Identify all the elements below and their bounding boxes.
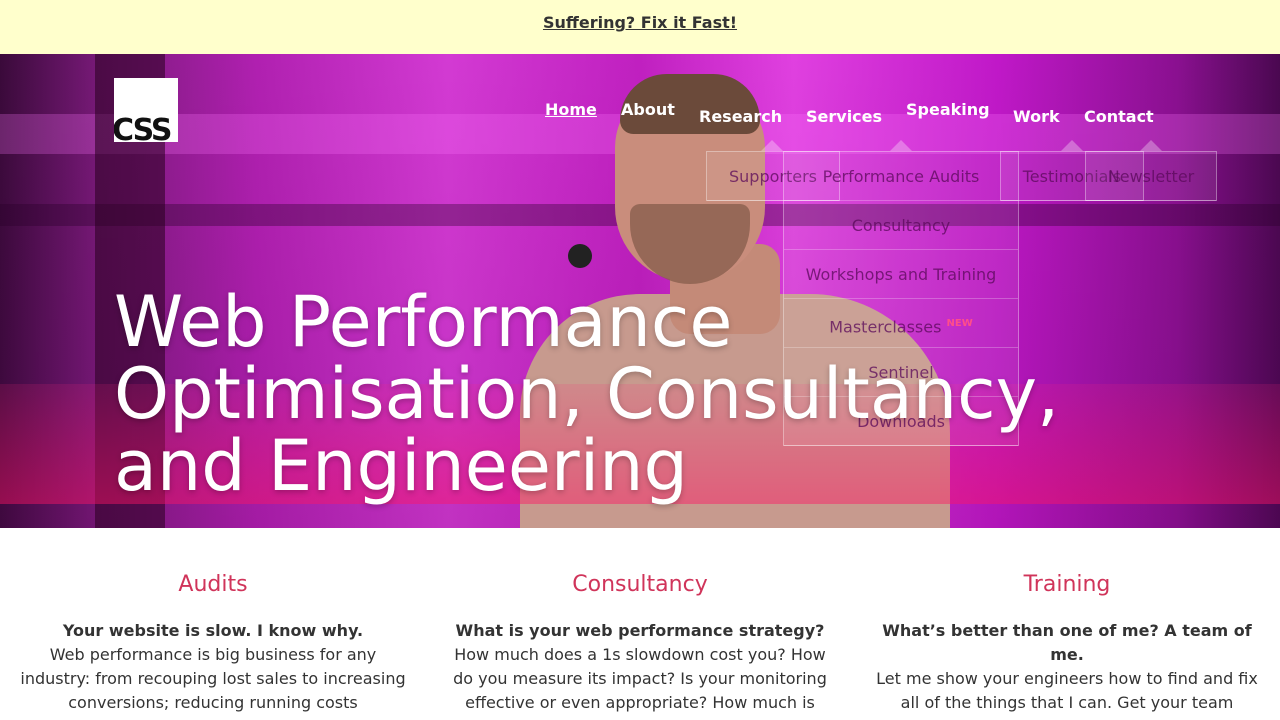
audits-text: Your website is slow. I know why. Web pe… bbox=[20, 619, 406, 715]
nav-contact[interactable]: Contact bbox=[1084, 107, 1154, 126]
nav-speaking[interactable]: Speaking bbox=[906, 100, 990, 119]
consultancy-column: Consultancy What is your web performance… bbox=[447, 572, 833, 715]
nav-work[interactable]: Work bbox=[1013, 107, 1060, 126]
site-logo[interactable]: CSS bbox=[114, 78, 178, 142]
dropdown-item-performance-audits[interactable]: Performance Audits bbox=[784, 152, 1018, 201]
training-text: What’s better than one of me? A team of … bbox=[874, 619, 1260, 715]
contact-dropdown: Newsletter bbox=[1085, 151, 1217, 201]
consultancy-body: How much does a 1s slowdown cost you? Ho… bbox=[453, 645, 827, 712]
audits-column: Audits Your website is slow. I know why.… bbox=[20, 572, 406, 715]
audits-heading[interactable]: Audits bbox=[20, 572, 406, 597]
headline-line-3: and Engineering bbox=[114, 425, 688, 507]
training-column: Training What’s better than one of me? A… bbox=[874, 572, 1260, 715]
work-dropdown-caret bbox=[1061, 140, 1083, 151]
headline-line-1: Web Performance bbox=[114, 281, 733, 363]
consultancy-heading[interactable]: Consultancy bbox=[447, 572, 833, 597]
hero-headline: Web Performance Optimisation, Consultanc… bbox=[114, 286, 1174, 502]
nav-about[interactable]: About bbox=[621, 100, 675, 119]
training-heading[interactable]: Training bbox=[874, 572, 1260, 597]
banner-link[interactable]: Suffering? Fix it Fast! bbox=[543, 13, 737, 32]
headline-line-2: Optimisation, Consultancy, bbox=[114, 353, 1060, 435]
consultancy-lead: What is your web performance strategy? bbox=[455, 621, 825, 640]
nav-research[interactable]: Research bbox=[699, 107, 782, 126]
audits-body: Web performance is big business for any … bbox=[20, 645, 406, 712]
top-banner: Suffering? Fix it Fast! bbox=[0, 0, 1280, 54]
audits-lead: Your website is slow. I know why. bbox=[62, 621, 364, 640]
nav-home[interactable]: Home bbox=[545, 100, 597, 119]
logo-text: CSS bbox=[114, 113, 172, 142]
training-body: Let me show your engineers how to find a… bbox=[876, 669, 1258, 712]
training-lead: What’s better than one of me? A team of … bbox=[882, 621, 1252, 664]
about-dropdown-caret bbox=[761, 140, 783, 151]
consultancy-text: What is your web performance strategy? H… bbox=[447, 619, 833, 715]
contact-dropdown-caret bbox=[1140, 140, 1162, 151]
nav-services[interactable]: Services bbox=[806, 107, 882, 126]
dropdown-item-newsletter[interactable]: Newsletter bbox=[1086, 152, 1216, 201]
services-overview: Audits Your website is slow. I know why.… bbox=[0, 528, 1280, 720]
services-dropdown-caret bbox=[890, 140, 912, 151]
dropdown-item-consultancy[interactable]: Consultancy bbox=[784, 201, 1018, 250]
